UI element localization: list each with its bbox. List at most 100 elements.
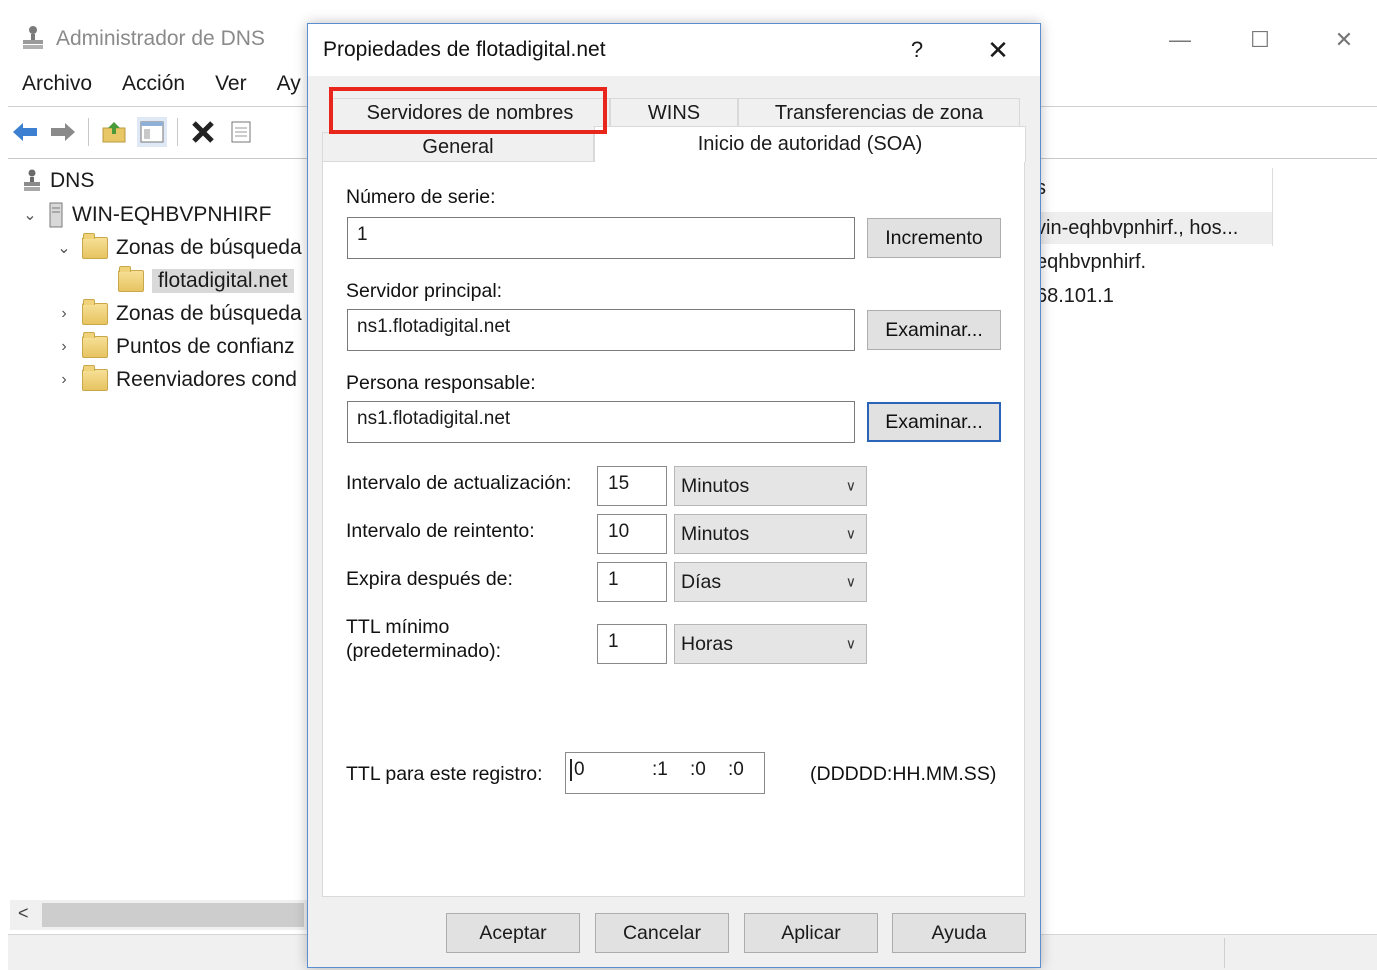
scroll-thumb[interactable] [42, 903, 304, 927]
ttl-minutes[interactable]: :0 [690, 759, 706, 781]
menu-ver[interactable]: Ver [215, 72, 247, 102]
help-icon[interactable]: ? [902, 34, 932, 66]
delete-x-icon [192, 121, 214, 143]
serial-label: Número de serie: [346, 186, 496, 208]
menu-accion[interactable]: Acción [122, 72, 185, 102]
chevron-right-icon[interactable]: › [54, 338, 74, 356]
chevron-down-icon: ∨ [845, 635, 856, 652]
primary-server-input[interactable]: ns1.flotadigital.net [347, 309, 855, 351]
browse-primary-button[interactable]: Examinar... [867, 310, 1001, 350]
menu-ayuda[interactable]: Ay [277, 72, 301, 102]
min-ttl-unit-select[interactable]: Horas ∨ [674, 624, 867, 664]
toolbar-separator [88, 118, 89, 146]
toolbar [10, 112, 256, 152]
zone-properties-dialog: Propiedades de flotadigital.net ? ✕ Serv… [307, 23, 1041, 968]
expire-input[interactable]: 1 [597, 562, 667, 602]
min-ttl-input[interactable]: 1 [597, 624, 667, 664]
arrow-left-icon [13, 123, 37, 141]
maximize-button[interactable]: ☐ [1240, 24, 1280, 56]
close-icon: ✕ [987, 34, 1009, 65]
responsible-input[interactable]: ns1.flotadigital.net [347, 401, 855, 443]
menu-bar: Archivo Acción Ver Ay [22, 72, 301, 102]
zone-file-icon [118, 266, 144, 292]
chevron-down-icon: ∨ [845, 477, 856, 494]
tree-item-label: Zonas de búsqueda [116, 236, 302, 259]
ttl-format-hint: (DDDDD:HH.MM.SS) [810, 763, 997, 785]
folder-icon [82, 365, 108, 391]
status-separator [1224, 938, 1225, 968]
menu-archivo[interactable]: Archivo [22, 72, 92, 102]
show-tree-button[interactable] [137, 117, 167, 147]
minimize-icon: — [1169, 27, 1191, 52]
min-ttl-unit-value: Horas [681, 632, 734, 655]
increment-button[interactable]: Incremento [867, 218, 1001, 258]
list-item[interactable]: eqhbvpnhirf. [1036, 246, 1146, 278]
close-window-button[interactable]: ✕ [1324, 24, 1364, 56]
up-folder-button[interactable] [99, 117, 129, 147]
min-ttl-label-line1: TTL mínimo [346, 616, 450, 638]
horizontal-scrollbar[interactable]: < [10, 900, 310, 930]
forward-button[interactable] [48, 117, 78, 147]
tree-item-trust-points[interactable]: › Puntos de confianz [54, 332, 295, 362]
back-button[interactable] [10, 117, 40, 147]
tab-wins[interactable]: WINS [610, 98, 738, 128]
close-icon: ✕ [1334, 27, 1354, 52]
ttl-hours[interactable]: :1 [652, 759, 668, 781]
retry-label: Intervalo de reintento: [346, 520, 535, 542]
chevron-right-icon[interactable]: › [54, 305, 74, 323]
serial-input[interactable]: 1 [347, 217, 855, 259]
apply-button[interactable]: Aplicar [744, 913, 878, 953]
expire-unit-select[interactable]: Días ∨ [674, 562, 867, 602]
refresh-unit-select[interactable]: Minutos ∨ [674, 466, 867, 506]
retry-unit-select[interactable]: Minutos ∨ [674, 514, 867, 554]
ttl-days[interactable]: 0 [570, 759, 585, 781]
tree-item-label: DNS [50, 169, 95, 192]
chevron-right-icon[interactable]: › [54, 371, 74, 389]
chevron-down-icon[interactable]: ⌄ [20, 205, 40, 225]
record-ttl-label: TTL para este registro: [346, 763, 543, 785]
tree-item-zone-flotadigital[interactable]: flotadigital.net [118, 266, 294, 296]
tree-item-label: Zonas de búsqueda [116, 302, 302, 325]
primary-server-label: Servidor principal: [346, 280, 503, 302]
browse-responsible-button[interactable]: Examinar... [867, 402, 1001, 442]
tab-general[interactable]: General [322, 132, 594, 162]
properties-icon [231, 121, 251, 143]
chevron-down-icon[interactable]: ⌄ [54, 238, 74, 258]
scroll-left-icon[interactable]: < [18, 903, 29, 924]
ttl-seconds[interactable]: :0 [728, 759, 744, 781]
tree-item-forwarders[interactable]: › Reenviadores cond [54, 365, 297, 395]
tree-item-label: flotadigital.net [152, 269, 294, 293]
tree-item-dns[interactable]: DNS [22, 166, 94, 196]
retry-input[interactable]: 10 [597, 514, 667, 554]
delete-button[interactable] [188, 117, 218, 147]
refresh-input[interactable]: 15 [597, 466, 667, 506]
tree-view-icon [140, 121, 164, 143]
properties-button[interactable] [226, 117, 256, 147]
expire-label: Expira después de: [346, 568, 513, 590]
folder-icon [82, 299, 108, 325]
tree-item-reverse-zones[interactable]: › Zonas de búsqueda [54, 299, 302, 329]
column-divider [1272, 168, 1273, 246]
maximize-icon: ☐ [1250, 27, 1270, 52]
list-item[interactable]: vin-eqhbvpnhirf., hos... [1036, 212, 1272, 244]
record-ttl-input[interactable]: 0 :1 :0 :0 [565, 752, 765, 794]
tree-item-label: Puntos de confianz [116, 335, 295, 358]
tab-soa[interactable]: Inicio de autoridad (SOA) [594, 126, 1026, 162]
dialog-titlebar: Propiedades de flotadigital.net ? ✕ [308, 24, 1040, 76]
min-ttl-label-line2: (predeterminado): [346, 640, 501, 662]
tree-item-forward-zones[interactable]: ⌄ Zonas de búsqueda [54, 233, 302, 263]
responsible-label: Persona responsable: [346, 372, 536, 394]
ok-button[interactable]: Aceptar [446, 913, 580, 953]
tree-item-server[interactable]: ⌄ WIN-EQHBVPNHIRF [20, 200, 272, 230]
cancel-button[interactable]: Cancelar [595, 913, 729, 953]
close-dialog-button[interactable]: ✕ [980, 32, 1016, 68]
list-item[interactable]: 68.101.1 [1036, 280, 1114, 312]
tree-item-label: WIN-EQHBVPNHIRF [72, 203, 272, 226]
help-button[interactable]: Ayuda [892, 913, 1026, 953]
folder-icon [82, 233, 108, 259]
chevron-down-icon: ∨ [845, 525, 856, 542]
toolbar-separator [177, 118, 178, 146]
tab-zone-transfers[interactable]: Transferencias de zona [738, 98, 1020, 128]
refresh-label: Intervalo de actualización: [346, 472, 572, 494]
minimize-button[interactable]: — [1160, 24, 1200, 56]
